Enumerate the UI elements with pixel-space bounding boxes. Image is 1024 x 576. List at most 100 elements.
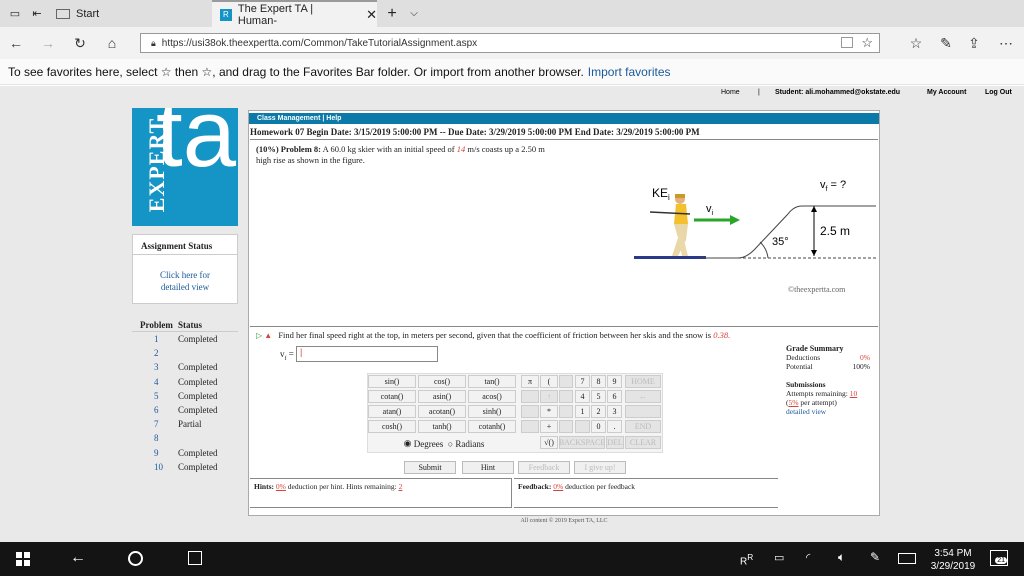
operator-button[interactable]: ( [540, 375, 558, 388]
digit-button[interactable]: 4 [575, 390, 590, 403]
favorites-hub-icon[interactable]: ☆ [906, 33, 926, 53]
nav-button[interactable]: END [625, 420, 661, 433]
problem-row[interactable]: 7 Partial [132, 417, 238, 431]
problem-row[interactable]: 1 Completed [132, 332, 238, 346]
operator-aux-button[interactable] [559, 375, 573, 388]
nav-button[interactable]: HOME [625, 375, 661, 388]
answer-input[interactable]: | [296, 346, 438, 362]
nav-button[interactable]: ← [625, 390, 661, 403]
digit-button[interactable] [575, 420, 590, 433]
function-button[interactable]: cotan() [368, 390, 416, 403]
digit-button[interactable]: 2 [591, 405, 606, 418]
feedback-button[interactable]: Feedback [518, 461, 570, 474]
home-icon[interactable]: ⌂ [102, 33, 122, 53]
problem-row[interactable]: 10 Completed [132, 460, 238, 474]
share-icon[interactable]: ⇪ [964, 33, 984, 53]
tab-list-chevron-icon[interactable]: ⌵ [406, 0, 422, 27]
wifi-icon[interactable]: ◜ [806, 551, 810, 564]
address-bar[interactable]: 🔒︎ https://usi38ok.theexpertta.com/Commo… [140, 33, 880, 53]
function-button[interactable]: asin() [418, 390, 466, 403]
detailed-view-link[interactable]: Click here for detailed view [133, 255, 237, 293]
operator-button[interactable]: ↑ [540, 390, 558, 403]
function-button[interactable]: cosh() [368, 420, 416, 433]
operator-button[interactable]: + [540, 420, 558, 433]
action-center-icon[interactable]: 21 [990, 550, 1008, 566]
my-account-link[interactable]: My Account [927, 89, 966, 96]
pi-button[interactable]: π [521, 375, 539, 388]
problem-row[interactable]: 2 [132, 346, 238, 360]
favorite-star-icon[interactable]: ☆ [861, 35, 873, 51]
function-button[interactable]: cos() [418, 375, 466, 388]
backspace-button[interactable]: BACKSPACE [559, 436, 605, 449]
back-arrow-icon[interactable]: ← [6, 33, 26, 53]
play-icon[interactable]: ▷ [256, 331, 262, 340]
problem-row[interactable]: 6 Completed [132, 403, 238, 417]
menu-bar-text[interactable]: Class Management | Help [257, 115, 341, 122]
nav-button[interactable] [625, 405, 661, 418]
task-view-icon[interactable] [188, 551, 202, 565]
digit-button[interactable]: 3 [607, 405, 622, 418]
volume-icon[interactable]: 🔈︎ [838, 550, 845, 565]
digit-button[interactable]: 1 [575, 405, 590, 418]
digit-button[interactable]: . [607, 420, 622, 433]
more-icon[interactable]: ⋯ [996, 33, 1016, 53]
pen-icon[interactable]: ✎ [936, 33, 956, 53]
give-up-button[interactable]: I give up! [574, 461, 626, 474]
degrees-radio[interactable]: ◉ [404, 438, 412, 449]
tab-back-icon[interactable]: ⇤ [28, 0, 46, 27]
function-button[interactable]: atan() [368, 405, 416, 418]
pi-button[interactable] [521, 405, 539, 418]
battery-icon[interactable]: ▭ [774, 551, 784, 564]
log-out-link[interactable]: Log Out [985, 89, 1012, 96]
digit-button[interactable]: 7 [575, 375, 590, 388]
function-button[interactable]: acos() [468, 390, 516, 403]
clock[interactable]: 3:54 PM 3/29/2019 [928, 547, 978, 573]
menu-bar[interactable]: Class Management | Help [249, 113, 879, 124]
keyboard-icon[interactable] [898, 553, 916, 564]
detailed-view-grade-link[interactable]: detailed view [786, 407, 870, 416]
hint-button[interactable]: Hint [462, 461, 514, 474]
operator-aux-button[interactable] [559, 420, 573, 433]
problem-row[interactable]: 5 Completed [132, 389, 238, 403]
people-icon[interactable]: RR [740, 552, 753, 567]
delete-button[interactable]: DEL [606, 436, 624, 449]
function-button[interactable]: tanh() [418, 420, 466, 433]
tab-start[interactable]: Start [56, 0, 206, 27]
function-button[interactable]: sin() [368, 375, 416, 388]
pen-workspace-icon[interactable]: ✎ [870, 550, 880, 564]
refresh-icon[interactable]: ↻ [70, 33, 90, 53]
windows-start-icon[interactable] [16, 552, 30, 566]
cortana-icon[interactable] [128, 551, 143, 566]
close-tab-icon[interactable]: ✕ [366, 7, 377, 23]
operator-aux-button[interactable] [559, 405, 573, 418]
tab-expert-ta[interactable]: R The Expert TA | Human- ✕ [212, 0, 377, 27]
function-button[interactable]: sinh() [468, 405, 516, 418]
operator-button[interactable]: * [540, 405, 558, 418]
digit-button[interactable]: 9 [607, 375, 622, 388]
function-button[interactable]: acotan() [418, 405, 466, 418]
problem-row[interactable]: 9 Completed [132, 446, 238, 460]
radians-radio[interactable]: ○ [448, 439, 453, 449]
import-favorites-link[interactable]: Import favorites [588, 65, 671, 79]
home-link[interactable]: Home [721, 89, 740, 96]
function-button[interactable]: cotanh() [468, 420, 516, 433]
digit-button[interactable]: 5 [591, 390, 606, 403]
reading-view-icon[interactable] [841, 37, 853, 48]
forward-arrow-icon[interactable]: → [38, 33, 58, 53]
digit-button[interactable]: 0 [591, 420, 606, 433]
new-tab-icon[interactable]: + [382, 0, 402, 27]
pi-button[interactable] [521, 420, 539, 433]
problem-row[interactable]: 3 Completed [132, 360, 238, 374]
sqrt-button[interactable]: √() [540, 436, 558, 449]
pi-button[interactable] [521, 390, 539, 403]
function-button[interactable]: tan() [468, 375, 516, 388]
operator-aux-button[interactable] [559, 390, 573, 403]
problem-row[interactable]: 8 [132, 431, 238, 445]
digit-button[interactable]: 8 [591, 375, 606, 388]
tab-preview-icon[interactable]: ▭ [6, 0, 24, 27]
clear-button[interactable]: CLEAR [625, 436, 661, 449]
problem-row[interactable]: 4 Completed [132, 375, 238, 389]
submit-button[interactable]: Submit [404, 461, 456, 474]
digit-button[interactable]: 6 [607, 390, 622, 403]
back-taskbar-icon[interactable]: ← [70, 549, 86, 567]
